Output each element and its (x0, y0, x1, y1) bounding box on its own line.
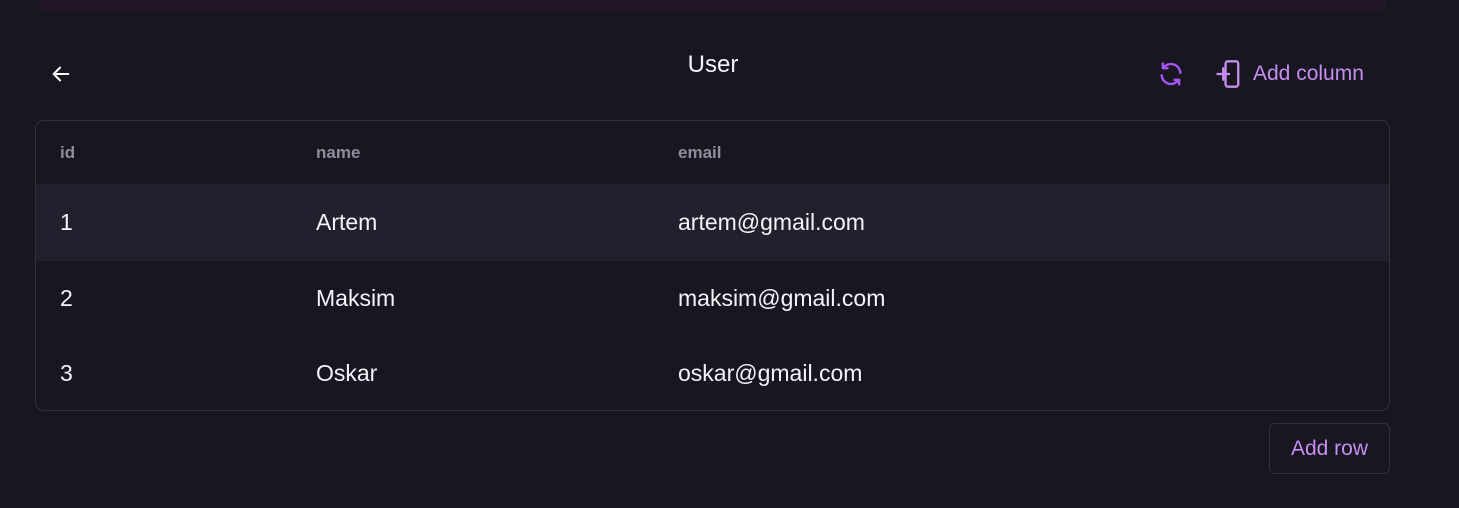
add-column-label: Add column (1253, 62, 1364, 85)
add-row-button[interactable]: Add row (1269, 423, 1390, 474)
refresh-icon (1160, 62, 1182, 86)
cell-name[interactable]: Maksim (316, 261, 395, 336)
add-column-icon (1216, 60, 1240, 88)
cell-name[interactable]: Oskar (316, 336, 377, 410)
cell-email[interactable]: artem@gmail.com (678, 184, 865, 261)
cell-email[interactable]: oskar@gmail.com (678, 336, 862, 410)
table-row[interactable]: 3 Oskar oskar@gmail.com (36, 336, 1389, 410)
page-title: User (687, 51, 739, 78)
table-row[interactable]: 1 Artem artem@gmail.com (36, 184, 1389, 261)
column-header-name[interactable]: name (316, 121, 360, 184)
refresh-button[interactable] (1154, 58, 1188, 90)
table-header-row: id name email (36, 121, 1389, 184)
data-table: id name email 1 Artem artem@gmail.com 2 … (35, 120, 1390, 411)
cell-id[interactable]: 3 (60, 336, 73, 410)
add-column-button[interactable]: Add column (1215, 56, 1364, 92)
table-row[interactable]: 2 Maksim maksim@gmail.com (36, 261, 1389, 336)
column-header-email[interactable]: email (678, 121, 721, 184)
cell-id[interactable]: 1 (60, 184, 73, 261)
top-strip (40, 0, 1386, 11)
cell-id[interactable]: 2 (60, 261, 73, 336)
cell-name[interactable]: Artem (316, 184, 377, 261)
cell-email[interactable]: maksim@gmail.com (678, 261, 885, 336)
column-header-id[interactable]: id (60, 121, 75, 184)
